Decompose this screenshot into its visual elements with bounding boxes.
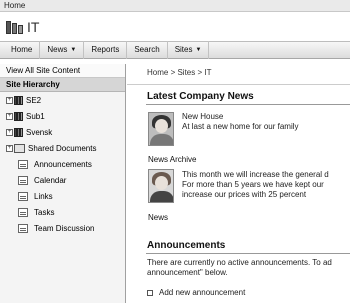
breadcrumb[interactable]: Home > Sites > IT xyxy=(147,68,211,77)
tree-item-label: SE2 xyxy=(26,95,42,105)
news-body-line: increase our prices with 25 percent xyxy=(182,190,307,199)
top-nav: Home News ▼ Reports Search Sites ▼ xyxy=(0,41,350,59)
tree-item-se2[interactable]: + SE2 xyxy=(0,92,125,108)
tree-item-links[interactable]: Links xyxy=(0,188,125,204)
add-new-announcement-link[interactable]: Add new announcement xyxy=(147,288,245,297)
nav-sites[interactable]: Sites ▼ xyxy=(168,41,210,59)
tree-item-sub1[interactable]: + Sub1 xyxy=(0,108,125,124)
tree-item-label: Tasks xyxy=(34,207,55,217)
chevron-down-icon: ▼ xyxy=(195,47,202,53)
left-nav-panel: View All Site Content Site Hierarchy + S… xyxy=(0,64,126,303)
site-icon xyxy=(14,111,23,121)
announcements-empty-line: There are currently no active announceme… xyxy=(147,258,332,267)
news-headline[interactable]: New House xyxy=(182,112,223,122)
expand-icon[interactable]: + xyxy=(6,128,13,136)
nav-search-label: Search xyxy=(134,45,160,54)
discussion-icon xyxy=(18,223,28,233)
list-icon xyxy=(18,159,28,169)
nav-home-label: Home xyxy=(11,45,33,54)
announcements-empty-text: There are currently no active announceme… xyxy=(147,258,332,278)
site-logo-icon xyxy=(6,20,23,34)
site-title-text: IT xyxy=(27,19,40,35)
top-bar: Home xyxy=(0,0,350,12)
divider xyxy=(127,84,350,85)
nav-news[interactable]: News ▼ xyxy=(40,41,85,59)
news-section-title: Latest Company News xyxy=(147,91,254,102)
links-icon xyxy=(18,191,28,201)
top-home-link[interactable]: Home xyxy=(4,1,25,10)
nav-reports[interactable]: Reports xyxy=(84,41,128,59)
divider xyxy=(146,104,350,105)
expand-icon[interactable]: + xyxy=(6,144,13,152)
document-library-icon xyxy=(14,143,25,153)
tree-item-team-discussion[interactable]: Team Discussion xyxy=(0,220,125,236)
tree-item-label: Calendar xyxy=(34,175,67,185)
divider xyxy=(146,253,350,254)
nav-reports-label: Reports xyxy=(91,45,120,54)
news-archive-link[interactable]: News Archive xyxy=(148,155,196,164)
tree-item-label: Links xyxy=(34,191,53,201)
news-image[interactable] xyxy=(148,169,174,203)
tree-item-svensk[interactable]: + Svensk xyxy=(0,124,125,140)
add-icon xyxy=(147,289,153,296)
tree-item-label: Shared Documents xyxy=(28,143,97,153)
site-icon xyxy=(14,95,23,105)
view-all-site-content-link[interactable]: View All Site Content xyxy=(0,64,125,78)
nav-home[interactable]: Home xyxy=(4,41,41,59)
tree-item-label: Sub1 xyxy=(26,111,45,121)
site-hierarchy-header: Site Hierarchy xyxy=(0,78,125,92)
news-body: At last a new home for our family xyxy=(182,122,299,131)
announcements-empty-line: announcement" below. xyxy=(147,268,228,277)
nav-news-label: News xyxy=(47,45,68,54)
tree-item-label: Announcements xyxy=(34,159,92,169)
add-new-announcement-label: Add new announcement xyxy=(159,288,246,297)
tree-item-label: Team Discussion xyxy=(34,223,95,233)
news-body-line: For more than 5 years we have kept our xyxy=(182,180,324,189)
news-body-line: This month we will increase the general … xyxy=(182,170,329,179)
tree-item-calendar[interactable]: Calendar xyxy=(0,172,125,188)
news-link[interactable]: News xyxy=(148,213,168,222)
chevron-down-icon: ▼ xyxy=(70,47,77,53)
tasks-icon xyxy=(18,207,28,217)
nav-sites-label: Sites xyxy=(174,45,193,54)
news-image[interactable] xyxy=(148,112,174,146)
site-title: IT xyxy=(6,17,39,37)
calendar-icon xyxy=(18,175,28,185)
site-icon xyxy=(14,127,23,137)
nav-search[interactable]: Search xyxy=(127,41,168,59)
announcements-title: Announcements xyxy=(147,240,226,251)
tree-item-tasks[interactable]: Tasks xyxy=(0,204,125,220)
expand-icon[interactable]: + xyxy=(6,96,13,104)
tree-item-announcements[interactable]: Announcements xyxy=(0,156,125,172)
tree-item-shared-documents[interactable]: + Shared Documents xyxy=(0,140,125,156)
tree-item-label: Svensk xyxy=(26,127,53,137)
expand-icon[interactable]: + xyxy=(6,112,13,120)
